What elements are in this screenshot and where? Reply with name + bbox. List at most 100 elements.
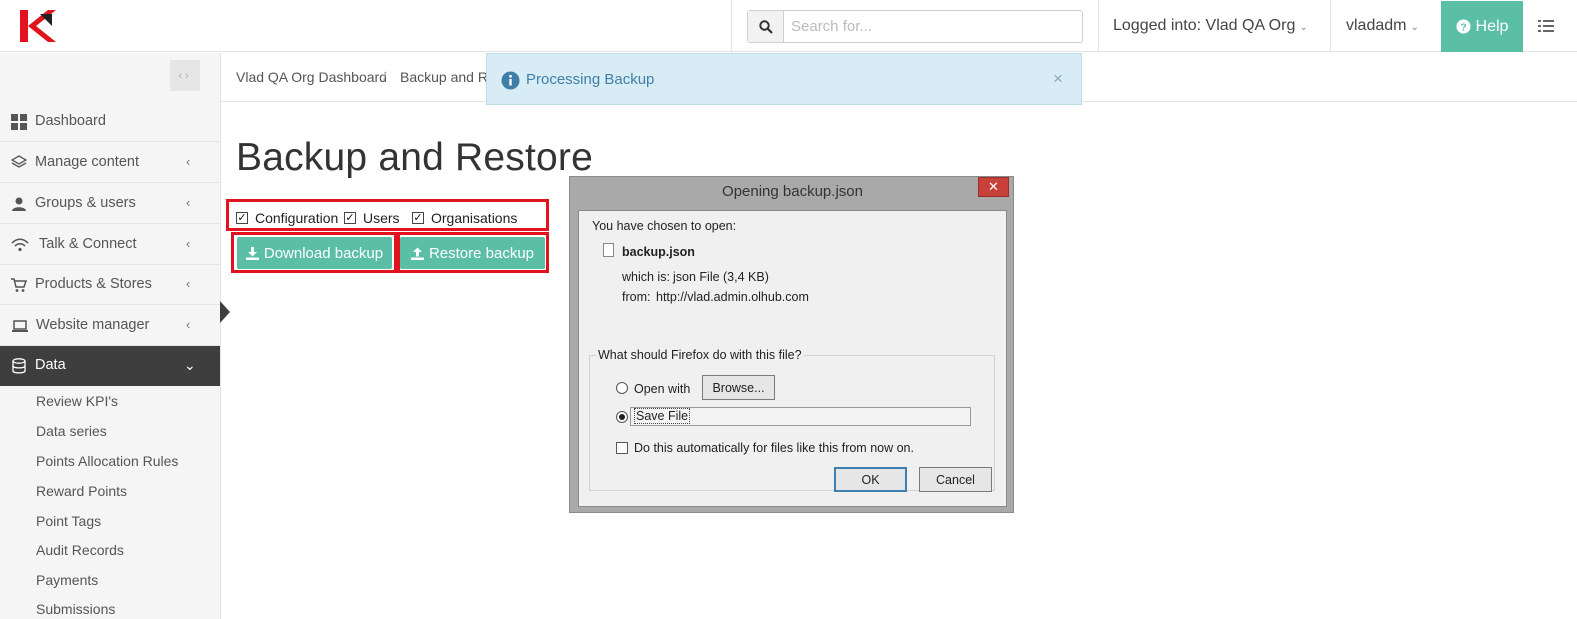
logo-icon[interactable] <box>18 9 58 43</box>
active-item-arrow <box>220 301 230 323</box>
download-backup-label: Download backup <box>263 244 384 262</box>
search-icon <box>758 19 773 34</box>
restore-backup-label: Restore backup <box>428 244 535 262</box>
sidebar-item-manage-content[interactable]: Manage content ‹ <box>0 143 220 183</box>
save-file-option[interactable]: Save File <box>630 407 971 426</box>
chevron-left-icon: ‹ <box>186 195 191 210</box>
layers-icon <box>11 155 27 168</box>
save-file-radio[interactable] <box>616 411 628 423</box>
breadcrumb-link-dashboard[interactable]: Vlad QA Org Dashboard <box>236 69 387 85</box>
search-button[interactable] <box>748 11 784 42</box>
file-icon <box>603 243 614 257</box>
open-with-radio[interactable] <box>616 382 628 394</box>
sidebar-item-label: Products & Stores <box>35 276 152 292</box>
open-file-dialog: Opening backup.json ✕ You have chosen to… <box>569 176 1014 513</box>
checkbox-checked-icon[interactable]: ✓ <box>412 212 424 224</box>
chosen-label: You have chosen to open: <box>592 219 737 233</box>
list-menu-icon[interactable] <box>1538 20 1554 32</box>
sidebar-item-label: Website manager <box>36 317 150 333</box>
from-label: from: <box>622 290 651 304</box>
option-users[interactable]: ✓ Users <box>344 210 400 226</box>
wifi-icon <box>11 238 29 252</box>
search-box <box>747 10 1083 43</box>
user-menu-label: vladadm <box>1346 17 1407 34</box>
chevron-left-icon: ‹ <box>186 276 191 291</box>
option-organisations[interactable]: ✓ Organisations <box>412 210 517 226</box>
user-icon <box>12 197 26 211</box>
sidebar-subitem-point-tags[interactable]: Point Tags <box>36 513 101 529</box>
org-menu[interactable]: Logged into: Vlad QA Org ⌄ <box>1113 17 1308 35</box>
auto-label[interactable]: Do this automatically for files like thi… <box>634 441 914 455</box>
sidebar-subitem-payments[interactable]: Payments <box>36 572 98 588</box>
divider <box>1098 0 1099 52</box>
search-input[interactable] <box>785 11 1081 42</box>
browse-button[interactable]: Browse... <box>702 375 775 400</box>
org-menu-label: Logged into: Vlad QA Org <box>1113 17 1296 34</box>
sidebar-collapse-toggle[interactable]: ‹ › <box>170 60 200 91</box>
user-menu[interactable]: vladadm ⌄ <box>1346 17 1419 35</box>
chevron-left-icon: ‹ <box>178 69 185 82</box>
chevron-down-icon: ⌄ <box>1410 22 1419 33</box>
file-type-value: json File (3,4 KB) <box>673 270 769 284</box>
action-question: What should Firefox do with this file? <box>596 348 804 362</box>
ok-label: OK <box>861 472 880 487</box>
dashboard-icon <box>11 114 27 130</box>
cancel-button[interactable]: Cancel <box>919 467 992 492</box>
info-circle-icon <box>501 71 520 90</box>
laptop-icon <box>12 320 28 332</box>
cancel-label: Cancel <box>936 472 975 487</box>
sidebar-item-label: Manage content <box>35 154 139 170</box>
close-icon[interactable]: ✕ <box>978 177 1009 197</box>
question-circle-icon: ? <box>1456 19 1471 34</box>
sidebar-item-products-stores[interactable]: Products & Stores ‹ <box>0 265 220 305</box>
ok-button[interactable]: OK <box>834 467 907 492</box>
sidebar-subitem-points-allocation-rules[interactable]: Points Allocation Rules <box>36 453 178 469</box>
sidebar-item-data[interactable]: Data ⌄ <box>0 346 220 386</box>
auto-checkbox[interactable] <box>616 442 628 454</box>
svg-text:?: ? <box>1460 22 1466 33</box>
sidebar-subitem-review-kpis[interactable]: Review KPI's <box>36 393 118 409</box>
sidebar-subitem-reward-points[interactable]: Reward Points <box>36 483 127 499</box>
open-with-label[interactable]: Open with <box>634 382 690 396</box>
chevron-left-icon: ‹ <box>186 236 191 251</box>
breadcrumb-separator: / <box>383 69 387 84</box>
download-icon <box>245 246 259 260</box>
file-name: backup.json <box>622 245 695 259</box>
divider <box>1330 0 1331 52</box>
chevron-down-icon: ⌄ <box>184 357 196 373</box>
checkbox-checked-icon[interactable]: ✓ <box>344 212 356 224</box>
help-button[interactable]: ? Help <box>1441 1 1523 52</box>
sidebar-item-dashboard[interactable]: Dashboard <box>0 102 220 142</box>
sidebar-subitem-submissions[interactable]: Submissions <box>36 601 115 617</box>
chevron-left-icon: ‹ <box>186 317 191 332</box>
upload-icon <box>410 247 424 260</box>
backup-options: ✓ Configuration ✓ Users ✓ Organisations <box>226 199 549 231</box>
sidebar-item-groups-users[interactable]: Groups & users ‹ <box>0 184 220 224</box>
sidebar-item-talk-connect[interactable]: Talk & Connect ‹ <box>0 225 220 265</box>
restore-backup-button[interactable]: Restore backup <box>400 237 545 269</box>
sidebar-item-label: Data <box>35 357 66 373</box>
restore-highlight: Restore backup <box>397 232 549 273</box>
option-configuration[interactable]: ✓ Configuration <box>236 210 338 226</box>
sidebar-item-label: Dashboard <box>35 113 106 129</box>
option-label: Users <box>363 210 400 226</box>
processing-alert: Processing Backup × <box>486 53 1082 105</box>
sidebar: ‹ › Dashboard Manage content ‹ Groups & u… <box>0 53 221 619</box>
alert-message: Processing Backup <box>526 71 655 88</box>
download-backup-button[interactable]: Download backup <box>237 237 392 269</box>
source-url-value: http://vlad.admin.olhub.com <box>656 290 809 304</box>
which-is-label: which is: <box>622 270 670 284</box>
top-bar: Logged into: Vlad QA Org⌄ vladadm⌄ ? Hel… <box>0 0 1577 52</box>
checkbox-checked-icon[interactable]: ✓ <box>236 212 248 224</box>
sidebar-item-label: Groups & users <box>35 195 136 211</box>
page-title: Backup and Restore <box>236 136 593 179</box>
close-icon[interactable]: × <box>1053 69 1063 89</box>
sidebar-subitem-audit-records[interactable]: Audit Records <box>36 542 124 558</box>
download-highlight: Download backup <box>231 232 397 273</box>
help-label: Help <box>1475 17 1509 35</box>
sidebar-item-website-manager[interactable]: Website manager ‹ <box>0 306 220 346</box>
chevron-down-icon: ⌄ <box>1299 22 1308 33</box>
chevron-right-icon: › <box>185 69 192 82</box>
database-icon <box>12 358 26 374</box>
sidebar-subitem-data-series[interactable]: Data series <box>36 423 107 439</box>
